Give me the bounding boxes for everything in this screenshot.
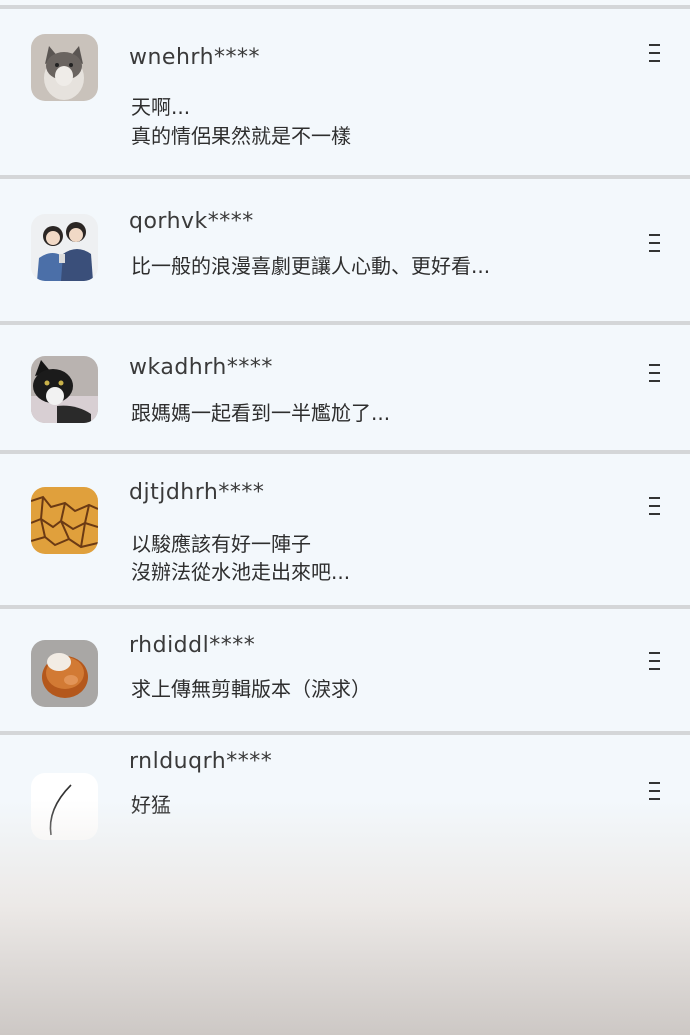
cat-avatar-icon [31,34,98,101]
comment-card: djtjdhrh**** 以駿應該有好一陣子 沒辦法從水池走出來吧... [0,450,690,609]
more-menu-icon[interactable] [649,652,663,672]
more-menu-icon[interactable] [649,44,663,64]
tuxedo-cat-avatar-icon [31,356,98,423]
username: wnehrh**** [129,45,261,70]
avatar[interactable] [31,214,98,281]
bread-bun-avatar-icon [31,640,98,707]
comment-text-line: 求上傳無剪輯版本（淚求） [131,677,371,701]
more-menu-icon[interactable] [649,782,663,802]
avatar[interactable] [31,34,98,101]
more-menu-icon[interactable] [649,234,663,254]
avatar[interactable] [31,487,98,554]
avatar[interactable] [31,640,98,707]
comment-text-line: 跟媽媽一起看到一半尷尬了... [131,401,391,425]
more-menu-icon[interactable] [649,497,663,517]
comment-text-line: 以駿應該有好一陣子 [131,532,311,556]
comment-card: wnehrh**** 天啊... 真的情侶果然就是不一樣 [0,5,690,176]
username: rhdiddl**** [129,633,256,658]
comment-text-line: 沒辦法從水池走出來吧... [131,560,351,584]
comment-text-line: 比一般的浪漫喜劇更讓人心動、更好看... [131,254,491,278]
avatar[interactable] [31,356,98,423]
more-menu-icon[interactable] [649,364,663,384]
comment-text-line: 天啊... [131,95,191,119]
username: wkadhrh**** [129,355,273,380]
couple-avatar-icon [31,214,98,281]
username: qorhvk**** [129,209,254,234]
comment-card: rnlduqrh**** 好猛 [0,731,690,1035]
comment-text-line: 真的情侶果然就是不一樣 [131,124,351,148]
avatar[interactable] [31,773,98,840]
cracked-texture-avatar-icon [31,487,98,554]
comment-card: wkadhrh**** 跟媽媽一起看到一半尷尬了... [0,321,690,453]
comment-card: qorhvk**** 比一般的浪漫喜劇更讓人心動、更好看... [0,175,690,325]
username: djtjdhrh**** [129,480,265,505]
feather-line-avatar-icon [31,773,98,840]
comment-text-line: 好猛 [131,793,171,817]
comment-card: rhdiddl**** 求上傳無剪輯版本（淚求） [0,605,690,735]
username: rnlduqrh**** [129,749,273,774]
